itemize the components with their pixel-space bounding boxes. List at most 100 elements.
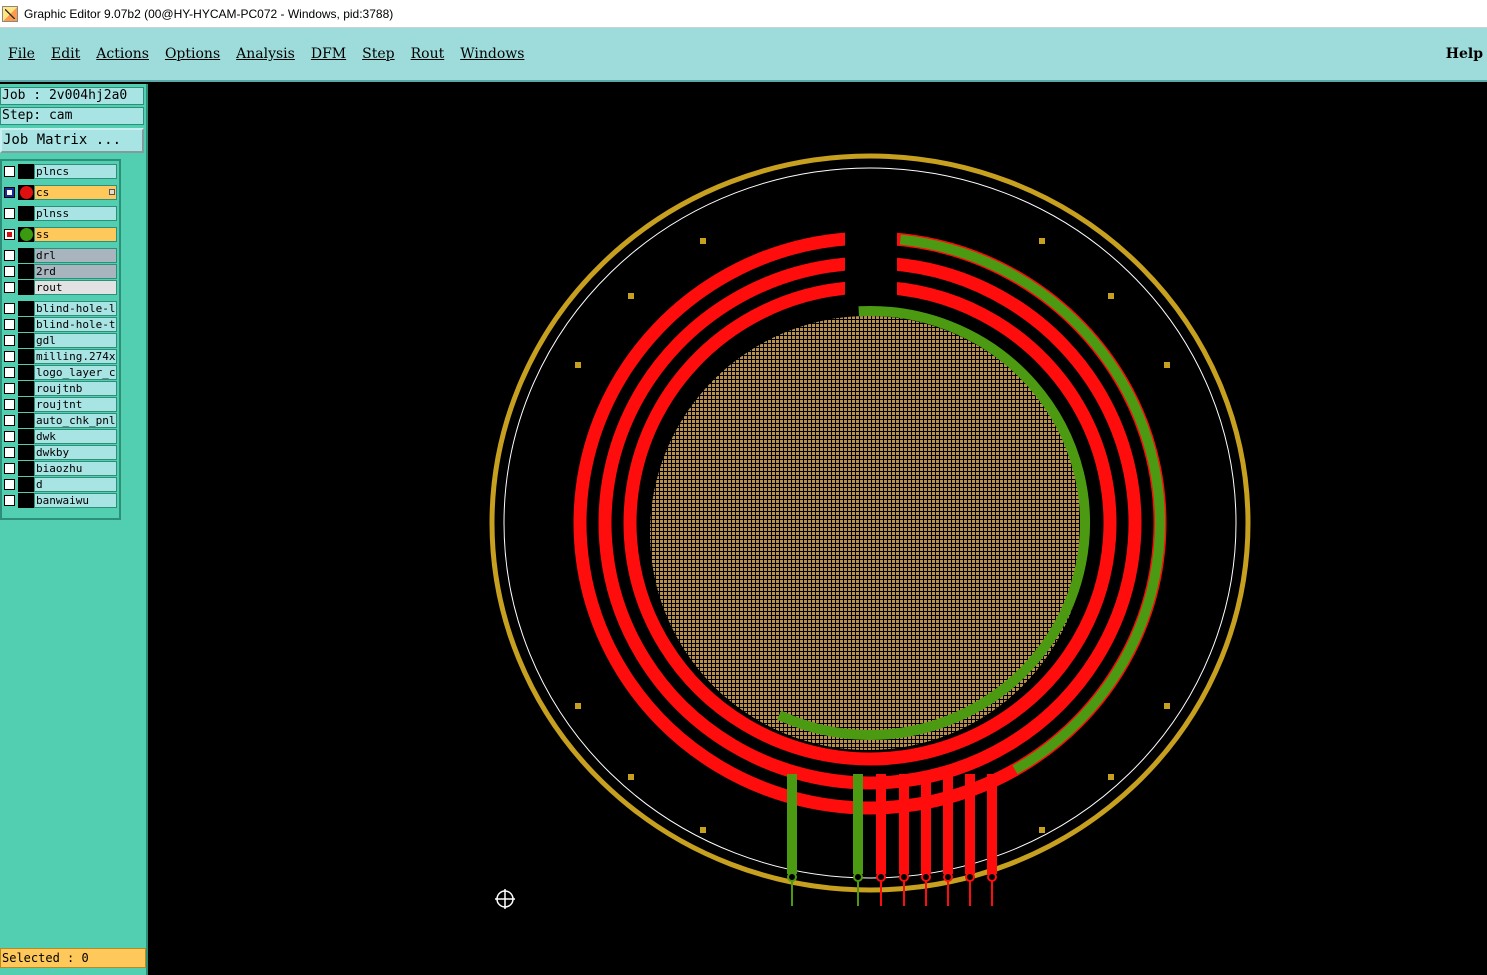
layer-name-text: banwaiwu [36,494,89,507]
layer-row-d[interactable]: d [2,477,119,492]
layer-name[interactable]: plnss [34,206,117,221]
layer-name[interactable]: dwk [34,429,117,444]
layer-color-swatch[interactable] [18,206,34,221]
menu-actions[interactable]: Actions [96,46,149,62]
layer-checkbox[interactable] [4,229,15,240]
menu-file[interactable]: File [8,46,35,62]
layer-row-biaozhu[interactable]: biaozhu [2,461,119,476]
layer-color-swatch[interactable] [18,333,34,348]
layer-row-plnss[interactable]: plnss [2,206,119,221]
layer-checkbox[interactable] [4,166,15,177]
layer-row-dwkby[interactable]: dwkby [2,445,119,460]
layer-name-text: milling.274x [36,350,116,363]
layer-checkbox[interactable] [4,208,15,219]
layer-row-logo_layer_c[interactable]: logo_layer_c [2,365,119,380]
layer-name[interactable]: logo_layer_c [34,365,117,380]
layer-checkbox[interactable] [4,187,15,198]
via-marker-6 [1164,362,1170,368]
layer-checkbox[interactable] [4,367,15,378]
layer-color-swatch[interactable] [18,429,34,444]
layer-row-gdl[interactable]: gdl [2,333,119,348]
menu-step[interactable]: Step [362,46,394,62]
menu-dfm[interactable]: DFM [311,46,346,62]
board-drawing[interactable] [148,84,1487,975]
menu-rout[interactable]: Rout [411,46,445,62]
layer-checkbox[interactable] [4,463,15,474]
layer-name[interactable]: cs [34,185,117,200]
layer-checkbox[interactable] [4,250,15,261]
layer-name[interactable]: roujtnt [34,397,117,412]
layer-name[interactable]: drl [34,248,117,263]
layer-checkbox[interactable] [4,383,15,394]
layer-checkbox[interactable] [4,495,15,506]
layer-panel: Job : 2v004hj2a0 Step: cam Job Matrix ..… [0,84,148,975]
layer-row-2rd[interactable]: 2rd [2,264,119,279]
layer-name[interactable]: auto_chk_pnl [34,413,117,428]
menu-analysis[interactable]: Analysis [236,46,295,62]
layer-name[interactable]: ss [34,227,117,242]
layer-name[interactable]: blind-hole-l [34,301,117,316]
layer-name[interactable]: 2rd [34,264,117,279]
layer-color-swatch[interactable] [18,164,34,179]
layer-row-blind-hole-t[interactable]: blind-hole-t [2,317,119,332]
via-marker-4 [1108,293,1114,299]
layer-name[interactable]: blind-hole-t [34,317,117,332]
layer-row-cs[interactable]: cs [2,185,119,200]
job-matrix-button[interactable]: Job Matrix ... [0,128,144,153]
menu-windows[interactable]: Windows [460,46,524,62]
layer-color-swatch[interactable] [18,301,34,316]
layer-color-swatch[interactable] [18,185,34,200]
layer-color-swatch[interactable] [18,264,34,279]
layer-name[interactable]: gdl [34,333,117,348]
layer-row-auto_chk_pnl[interactable]: auto_chk_pnl [2,413,119,428]
layer-name[interactable]: plncs [34,164,117,179]
layer-color-swatch[interactable] [18,445,34,460]
layer-row-roujtnt[interactable]: roujtnt [2,397,119,412]
layer-color-swatch[interactable] [18,381,34,396]
layer-color-swatch[interactable] [18,413,34,428]
layer-name[interactable]: rout [34,280,117,295]
layer-name[interactable]: roujtnb [34,381,117,396]
layer-checkbox[interactable] [4,351,15,362]
layer-name[interactable]: d [34,477,117,492]
layer-row-ss[interactable]: ss [2,227,119,242]
layer-row-drl[interactable]: drl [2,248,119,263]
layer-checkbox[interactable] [4,303,15,314]
layer-name[interactable]: banwaiwu [34,493,117,508]
layer-row-blind-hole-l[interactable]: blind-hole-l [2,301,119,316]
layer-name[interactable]: biaozhu [34,461,117,476]
layer-checkbox[interactable] [4,447,15,458]
layer-color-swatch[interactable] [18,477,34,492]
layer-checkbox[interactable] [4,319,15,330]
layer-row-rout[interactable]: rout [2,280,119,295]
layer-checkbox[interactable] [4,335,15,346]
layer-checkbox[interactable] [4,399,15,410]
layer-color-swatch[interactable] [18,317,34,332]
graphics-canvas[interactable] [148,84,1487,975]
layer-color-swatch[interactable] [18,349,34,364]
layer-color-swatch[interactable] [18,397,34,412]
layer-color-swatch[interactable] [18,280,34,295]
layer-color-swatch[interactable] [18,493,34,508]
layer-color-swatch[interactable] [18,248,34,263]
menu-edit[interactable]: Edit [51,46,80,62]
layer-row-banwaiwu[interactable]: banwaiwu [2,493,119,508]
layer-checkbox[interactable] [4,282,15,293]
layer-row-milling.274x[interactable]: milling.274x [2,349,119,364]
layer-name[interactable]: dwkby [34,445,117,460]
layer-name[interactable]: milling.274x [34,349,117,364]
layer-row-dwk[interactable]: dwk [2,429,119,444]
layer-color-swatch[interactable] [18,461,34,476]
layer-checkbox[interactable] [4,266,15,277]
menu-help[interactable]: Help [1446,46,1483,62]
layer-color-swatch[interactable] [18,365,34,380]
layer-checkbox[interactable] [4,479,15,490]
layer-checkbox[interactable] [4,415,15,426]
layer-name-text: drl [36,249,56,262]
layer-checkbox[interactable] [4,431,15,442]
menu-options[interactable]: Options [165,46,220,62]
via-marker-11 [700,827,706,833]
layer-color-swatch[interactable] [18,227,34,242]
layer-row-roujtnb[interactable]: roujtnb [2,381,119,396]
layer-row-plncs[interactable]: plncs [2,164,119,179]
